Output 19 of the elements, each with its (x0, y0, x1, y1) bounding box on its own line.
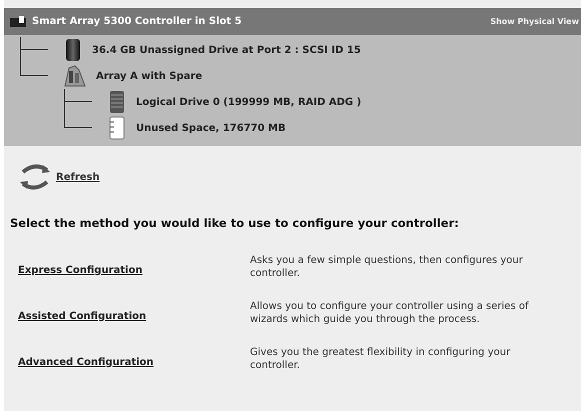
configuration-link[interactable]: Advanced Configuration (18, 356, 154, 368)
tree-node-label[interactable]: Array A with Spare (96, 70, 202, 82)
tree-node-label[interactable]: Logical Drive 0 (199999 MB, RAID ADG ) (136, 96, 362, 108)
method-description: Gives you the greatest flexibility in configuring your controller. (250, 346, 512, 372)
method-description: Asks you a few simple questions, then configures your controller. (250, 254, 524, 280)
disk-array-icon (64, 65, 86, 87)
controller-icon (10, 16, 26, 28)
show-physical-view-link[interactable]: Show Physical View (490, 17, 581, 26)
tree-node-label[interactable]: Unused Space, 176770 MB (136, 122, 286, 134)
configuration-link[interactable]: Assisted Configuration (18, 310, 146, 322)
controller-title: Smart Array 5300 Controller in Slot 5 (32, 16, 243, 27)
instruction-text: Select the method you would like to use to configure your controller: (10, 216, 460, 230)
configuration-link[interactable]: Express Configuration (18, 264, 142, 276)
tree-node-label[interactable]: 36.4 GB Unassigned Drive at Port 2 : SCSI ID 15 (92, 44, 361, 56)
refresh-link[interactable]: Refresh (56, 172, 100, 182)
method-description: Allows you to configure your controller using a series of wizards which guide you through the process. (250, 300, 530, 326)
disk-drive-icon (64, 38, 82, 62)
unused-space-icon (108, 116, 126, 140)
logical-drive-icon (108, 90, 126, 114)
